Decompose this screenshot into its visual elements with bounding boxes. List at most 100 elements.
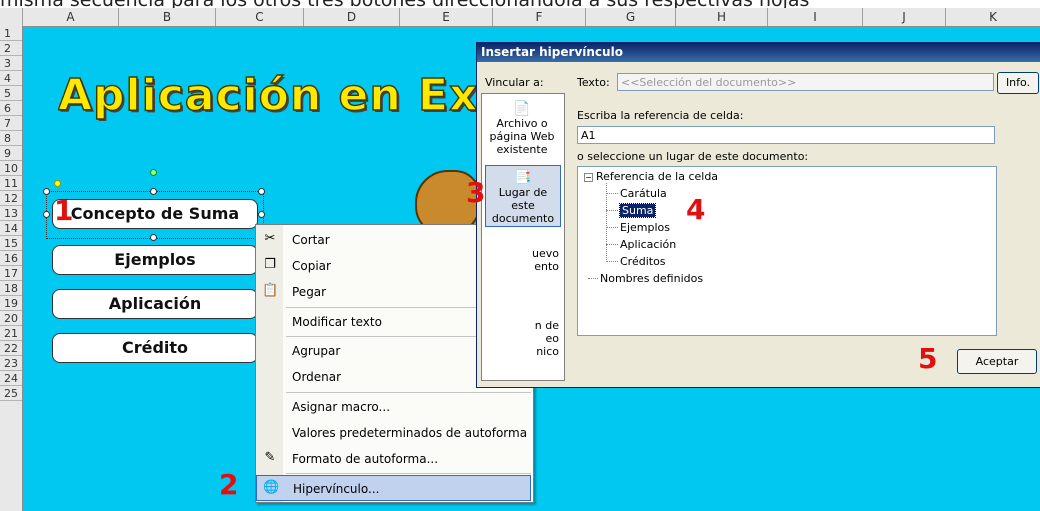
- button-aplicacion[interactable]: Aplicación: [52, 289, 258, 319]
- row-header[interactable]: 25: [0, 386, 22, 401]
- row-header[interactable]: 18: [0, 281, 22, 296]
- tree-node-creditos[interactable]: Créditos: [620, 255, 666, 268]
- menu-item-asignar-macro[interactable]: Asignar macro...: [256, 394, 531, 420]
- resize-handle[interactable]: [258, 211, 265, 218]
- info-button[interactable]: Info.: [997, 72, 1039, 94]
- document-place-tree[interactable]: − Referencia de la celda Carátula Suma E…: [577, 166, 997, 336]
- document-place-icon: 📑: [514, 170, 532, 186]
- place-in-document-label: o seleccione un lugar de este documento:: [577, 150, 809, 163]
- row-header[interactable]: 15: [0, 236, 22, 251]
- tree-connector: [606, 244, 618, 245]
- column-header-bar: A B C D E F G H I J K: [0, 8, 1040, 27]
- nav-existing-file[interactable]: 📄 Archivo o página Web existente: [485, 101, 559, 156]
- cell-reference-input[interactable]: A1: [577, 126, 995, 144]
- menu-separator: [286, 392, 531, 393]
- scissors-icon: ✂: [264, 231, 276, 246]
- tree-node-suma[interactable]: Suma: [618, 203, 657, 218]
- resize-handle[interactable]: [150, 188, 157, 195]
- tree-connector: [606, 261, 618, 262]
- tree-connector: [606, 210, 618, 211]
- resize-handle[interactable]: [258, 188, 265, 195]
- row-header[interactable]: 7: [0, 116, 22, 131]
- col-header-b[interactable]: B: [119, 8, 216, 26]
- row-header[interactable]: 23: [0, 356, 22, 371]
- text-label: Texto:: [577, 76, 610, 89]
- dialog-title: Insertar hipervínculo: [477, 43, 1040, 62]
- step-number-3: 3: [466, 176, 486, 209]
- step-number-1: 1: [54, 194, 74, 227]
- col-header-f[interactable]: F: [493, 8, 586, 26]
- menu-item-hipervinculo[interactable]: 🌐 Hipervínculo...: [256, 475, 531, 501]
- step-number-5: 5: [918, 342, 938, 375]
- row-header[interactable]: 4: [0, 71, 22, 86]
- insert-hyperlink-dialog: Insertar hipervínculo Vincular a: Texto:…: [476, 42, 1040, 388]
- nav-place-in-document[interactable]: 📑 Lugar de este documento: [485, 165, 561, 227]
- row-header[interactable]: 20: [0, 311, 22, 326]
- col-header-g[interactable]: G: [586, 8, 676, 26]
- row-header[interactable]: 22: [0, 341, 22, 356]
- hyperlink-icon: 🌐: [263, 480, 280, 495]
- col-header-h[interactable]: H: [676, 8, 768, 26]
- tree-node-aplicacion[interactable]: Aplicación: [620, 238, 676, 251]
- select-all-corner[interactable]: [0, 8, 23, 26]
- row-header[interactable]: 5: [0, 86, 22, 101]
- rotation-handle[interactable]: [150, 169, 157, 176]
- row-header[interactable]: 16: [0, 251, 22, 266]
- row-header[interactable]: 11: [0, 176, 22, 191]
- col-header-d[interactable]: D: [304, 8, 400, 26]
- step-number-4: 4: [686, 193, 706, 226]
- resize-handle[interactable]: [43, 188, 50, 195]
- tree-node-caratula[interactable]: Carátula: [620, 187, 667, 200]
- row-header[interactable]: 6: [0, 101, 22, 116]
- resize-handle[interactable]: [43, 211, 50, 218]
- col-header-i[interactable]: I: [768, 8, 863, 26]
- row-header[interactable]: 17: [0, 266, 22, 281]
- col-header-k[interactable]: K: [946, 8, 1040, 26]
- link-to-label: Vincular a:: [485, 76, 544, 89]
- tree-node-nombres-definidos[interactable]: Nombres definidos: [600, 272, 703, 285]
- menu-item-valores-predeterminados[interactable]: Valores predeterminados de autoforma: [256, 420, 531, 446]
- row-header[interactable]: 12: [0, 191, 22, 206]
- row-header[interactable]: 8: [0, 131, 22, 146]
- tree-connector: [606, 193, 618, 194]
- tree-node-ejemplos[interactable]: Ejemplos: [620, 221, 670, 234]
- row-header[interactable]: 1: [0, 26, 22, 41]
- tree-node-root[interactable]: Referencia de la celda: [596, 170, 718, 183]
- tree-collapse-icon[interactable]: −: [584, 173, 593, 182]
- web-page-icon: 📄: [513, 101, 531, 117]
- button-credito[interactable]: Crédito: [52, 333, 258, 363]
- text-to-display-field[interactable]: <<Selección del documento>>: [617, 73, 994, 91]
- tree-connector: [606, 227, 618, 228]
- wordart-title[interactable]: Aplicación en Excel: [58, 70, 478, 121]
- row-header[interactable]: 21: [0, 326, 22, 341]
- row-header-bar: 1 2 3 4 5 6 7 8 9 10 11 12 13 14 15 16 1…: [0, 26, 23, 511]
- row-header[interactable]: 3: [0, 56, 22, 71]
- row-header[interactable]: 19: [0, 296, 22, 311]
- nav-email-address[interactable]: n de eo nico: [509, 319, 559, 358]
- col-header-e[interactable]: E: [400, 8, 493, 26]
- resize-handle[interactable]: [150, 234, 157, 241]
- row-header[interactable]: 14: [0, 221, 22, 236]
- format-autoshape-icon: ✎: [264, 450, 276, 465]
- tree-connector: [588, 278, 598, 279]
- adjust-handle[interactable]: [54, 180, 61, 187]
- row-header[interactable]: 2: [0, 41, 22, 56]
- accept-button[interactable]: Aceptar: [957, 349, 1037, 374]
- step-number-2: 2: [219, 468, 239, 501]
- paste-icon: 📋: [262, 283, 279, 298]
- menu-item-formato-autoforma[interactable]: ✎ Formato de autoforma...: [256, 446, 531, 472]
- row-header[interactable]: 9: [0, 146, 22, 161]
- col-header-c[interactable]: C: [216, 8, 304, 26]
- row-header[interactable]: 13: [0, 206, 22, 221]
- row-header[interactable]: 10: [0, 161, 22, 176]
- menu-separator: [286, 473, 531, 474]
- copy-icon: ❐: [264, 257, 276, 272]
- row-header[interactable]: 24: [0, 371, 22, 386]
- button-ejemplos[interactable]: Ejemplos: [52, 245, 258, 275]
- tree-connector: [606, 183, 607, 262]
- col-header-a[interactable]: A: [23, 8, 119, 26]
- cell-reference-label: Escriba la referencia de celda:: [577, 109, 744, 122]
- nav-create-new-document[interactable]: uevo ento: [509, 247, 559, 273]
- button-concepto-de-suma[interactable]: Concepto de Suma: [52, 199, 258, 229]
- col-header-j[interactable]: J: [863, 8, 946, 26]
